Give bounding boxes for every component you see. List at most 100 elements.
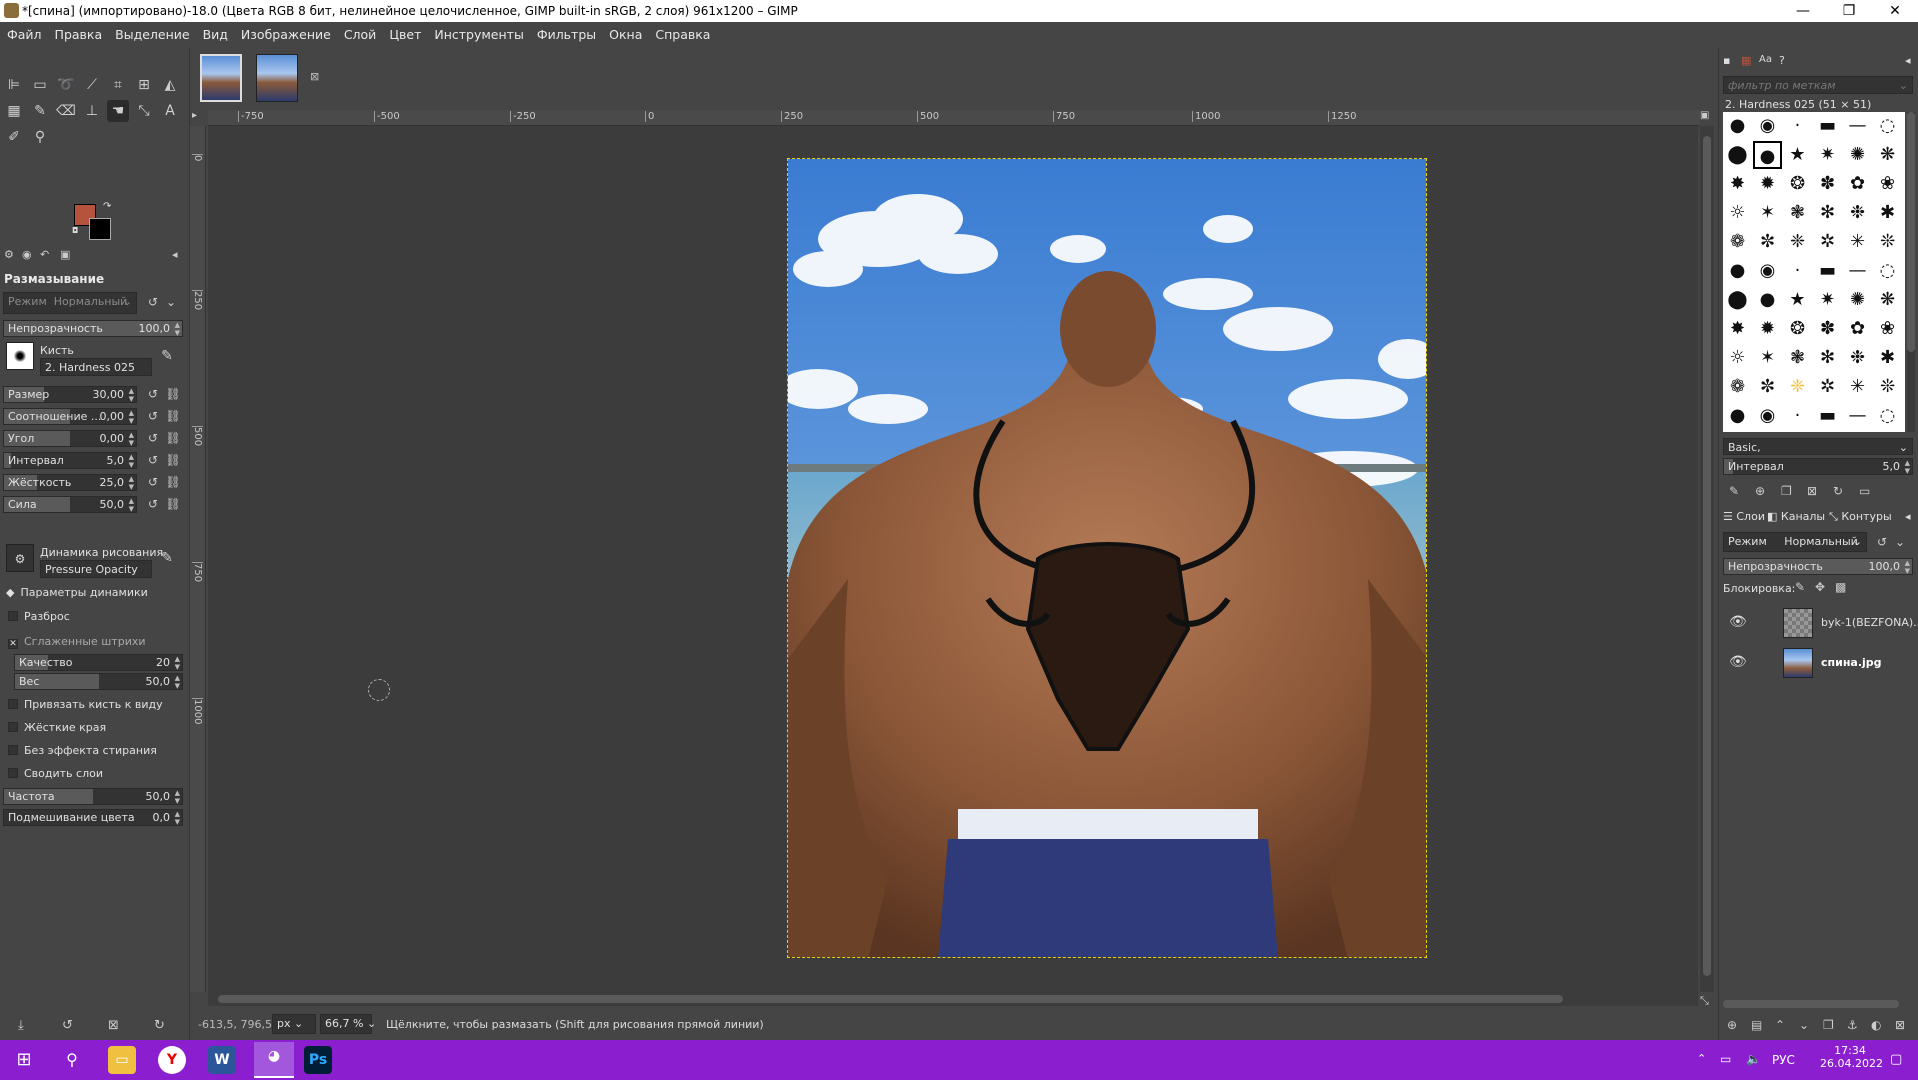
spin-icon[interactable]: ▲ ▼ — [129, 475, 134, 491]
brush-cell[interactable]: ▬ — [1813, 112, 1842, 140]
delete-options-icon[interactable]: ⊠ — [108, 1018, 119, 1033]
reset-icon[interactable]: ↺ — [144, 386, 162, 403]
clock[interactable]: 17:34 26.04.2022 — [1820, 1044, 1883, 1070]
vertical-scroll-thumb[interactable] — [1703, 136, 1711, 976]
reset-mode-icon[interactable]: ↺ — [1873, 534, 1891, 551]
eye-icon[interactable]: 👁 — [1729, 654, 1747, 670]
open-brush-icon[interactable]: ▭ — [1859, 484, 1870, 498]
spin-icon[interactable]: ▲ ▼ — [1905, 459, 1910, 475]
chevron-down-icon[interactable]: ⌄ — [162, 294, 180, 311]
edit-brush-icon[interactable]: ✎ — [158, 348, 176, 365]
reset-icon[interactable]: ↺ — [144, 474, 162, 491]
notifications-icon[interactable]: ▢ — [1890, 1052, 1902, 1067]
brush-cell[interactable]: ❊ — [1873, 373, 1902, 401]
brush-cell[interactable]: ❈ — [1783, 228, 1812, 256]
zoom-tool-icon[interactable]: ⚲ — [29, 126, 51, 148]
help-tab-icon[interactable]: ? — [1779, 54, 1785, 67]
spin-icon[interactable]: ▲ ▼ — [175, 321, 180, 337]
duplicate-brush-icon[interactable]: ❐ — [1781, 484, 1792, 498]
lower-layer-icon[interactable]: ⌄ — [1799, 1018, 1809, 1032]
configure-tab-icon[interactable]: ◂ — [1905, 54, 1911, 67]
save-options-icon[interactable]: ⤓ — [18, 1018, 24, 1033]
undo-history-tab-icon[interactable]: ↶ — [40, 248, 49, 261]
menu-color[interactable]: Цвет — [382, 22, 427, 42]
menu-windows[interactable]: Окна — [602, 22, 648, 42]
reset-icon[interactable]: ↺ — [144, 408, 162, 425]
reset-icon[interactable]: ↺ — [144, 452, 162, 469]
spin-icon[interactable]: ▲ ▼ — [129, 409, 134, 425]
brush-cell[interactable]: ✽ — [1813, 315, 1842, 343]
spin-icon[interactable]: ▲ ▼ — [175, 655, 180, 671]
windows-start-icon[interactable]: ⊞ — [10, 1046, 38, 1074]
language-indicator[interactable]: РУС — [1772, 1053, 1795, 1067]
link-device-icon[interactable]: ⛓ — [164, 474, 182, 491]
delete-brush-icon[interactable]: ⊠ — [1807, 484, 1817, 498]
brush-cell[interactable]: ✺ — [1843, 141, 1872, 169]
eraser-tool-icon[interactable]: ⌫ — [55, 100, 77, 122]
menu-tools[interactable]: Инструменты — [427, 22, 529, 42]
lock-alpha-icon[interactable]: ▩ — [1835, 580, 1846, 594]
hard-edge-checkbox[interactable]: Жёсткие края — [8, 721, 106, 734]
brush-cell[interactable]: ☼ — [1723, 344, 1752, 372]
canvas-image[interactable] — [787, 158, 1427, 958]
configure-tab-icon[interactable]: ◂ — [1905, 510, 1911, 523]
menu-help[interactable]: Справка — [648, 22, 716, 42]
warp-tool-icon[interactable]: ◭ — [159, 74, 181, 96]
text-tool-icon[interactable]: A — [159, 100, 181, 122]
anchor-layer-icon[interactable]: ⚓ — [1847, 1018, 1858, 1032]
brush-preview[interactable] — [6, 342, 34, 370]
paths-tab[interactable]: ⤡ Контуры — [1829, 510, 1892, 524]
unit-select[interactable]: px ⌄ — [272, 1014, 316, 1034]
edit-dynamics-icon[interactable]: ✎ — [158, 550, 176, 567]
lock-brush-to-view-checkbox[interactable]: Привязать кисть к виду — [8, 698, 163, 711]
sample-merged-checkbox[interactable]: Сводить слои — [8, 767, 103, 780]
smooth-strokes-checkbox[interactable]: ✕ Сглаженные штрихи — [8, 635, 146, 649]
brush-cell[interactable]: ▬ — [1813, 402, 1842, 430]
reset-mode-icon[interactable]: ↺ — [144, 294, 162, 311]
layer-opacity-slider[interactable]: Непрозрачность 100,0 ▲ ▼ — [1723, 558, 1913, 575]
brush-cell[interactable]: ◌ — [1873, 402, 1902, 430]
menu-select[interactable]: Выделение — [108, 22, 195, 42]
lock-position-icon[interactable]: ✥ — [1815, 580, 1825, 594]
menu-edit[interactable]: Правка — [48, 22, 109, 42]
raise-layer-icon[interactable]: ⌃ — [1775, 1018, 1785, 1032]
brush-cell[interactable]: · — [1783, 257, 1812, 285]
spin-icon[interactable]: ▲ ▼ — [175, 810, 180, 826]
spin-icon[interactable]: ▲ ▼ — [1905, 559, 1910, 575]
brush-grid[interactable]: ● ◉ · ▬ — ◌ ⬤ ● ★ ✷ ✺ ❋ ✸ ✹ ❂ ✽ ✿ ❀ ☼ ✶ ❃ ✻ ❉ ✱ ❁ ✼ ❈ ✲ ✳ ❊ ● ◉ · ▬ — ◌ ⬤ ● ★ ✷… — [1723, 112, 1905, 432]
quality-slider[interactable]: Качество 20 ▲ ▼ — [14, 654, 183, 671]
brush-cell[interactable]: ✸ — [1723, 170, 1752, 198]
brush-cell[interactable]: ✻ — [1813, 344, 1842, 372]
link-device-icon[interactable]: ⛓ — [164, 386, 182, 403]
brush-cell[interactable]: ◉ — [1753, 402, 1782, 430]
search-icon[interactable]: ⚲ — [58, 1046, 86, 1074]
dynamics-name-field[interactable]: Pressure Opacity — [40, 560, 152, 578]
brush-cell[interactable]: ⬤ — [1723, 286, 1752, 314]
brush-cell[interactable]: ❉ — [1843, 199, 1872, 227]
zoom-select[interactable]: 66,7 % ⌄ — [320, 1014, 376, 1034]
lasso-tool-icon[interactable]: ➰ — [55, 74, 77, 96]
horizontal-scrollbar[interactable] — [208, 992, 1698, 1006]
brush-preset-select[interactable]: Basic, ⌄ — [1723, 438, 1913, 455]
quick-mask-icon[interactable]: ▸ — [192, 110, 206, 124]
brush-cell[interactable]: ★ — [1783, 141, 1812, 169]
volume-icon[interactable]: 🔈 — [1746, 1052, 1761, 1066]
brush-cell[interactable]: ✼ — [1753, 373, 1782, 401]
layers-scrollbar[interactable] — [1723, 1000, 1899, 1008]
brush-cell[interactable]: ✶ — [1753, 344, 1782, 372]
brush-cell[interactable]: ❂ — [1783, 315, 1812, 343]
brush-name-field[interactable]: 2. Hardness 025 — [40, 358, 152, 376]
brush-cell[interactable]: ❈ — [1783, 373, 1812, 401]
brush-cell[interactable]: ✳ — [1843, 373, 1872, 401]
smudge-tool-icon[interactable]: ☚ — [107, 100, 129, 122]
reset-options-icon[interactable]: ↻ — [154, 1018, 165, 1033]
spin-icon[interactable]: ▲ ▼ — [129, 387, 134, 403]
navigate-icon[interactable]: ▣ — [1700, 110, 1714, 124]
brush-cell[interactable]: ◉ — [1753, 257, 1782, 285]
link-device-icon[interactable]: ⛓ — [164, 452, 182, 469]
dynamics-preview-icon[interactable]: ⚙ — [6, 544, 34, 572]
link-device-icon[interactable]: ⛓ — [164, 430, 182, 447]
brush-cell[interactable]: — — [1843, 257, 1872, 285]
brush-param-slider[interactable]: Угол 0,00 ▲ ▼ — [3, 430, 137, 447]
weight-slider[interactable]: Вес 50,0 ▲ ▼ — [14, 673, 183, 690]
